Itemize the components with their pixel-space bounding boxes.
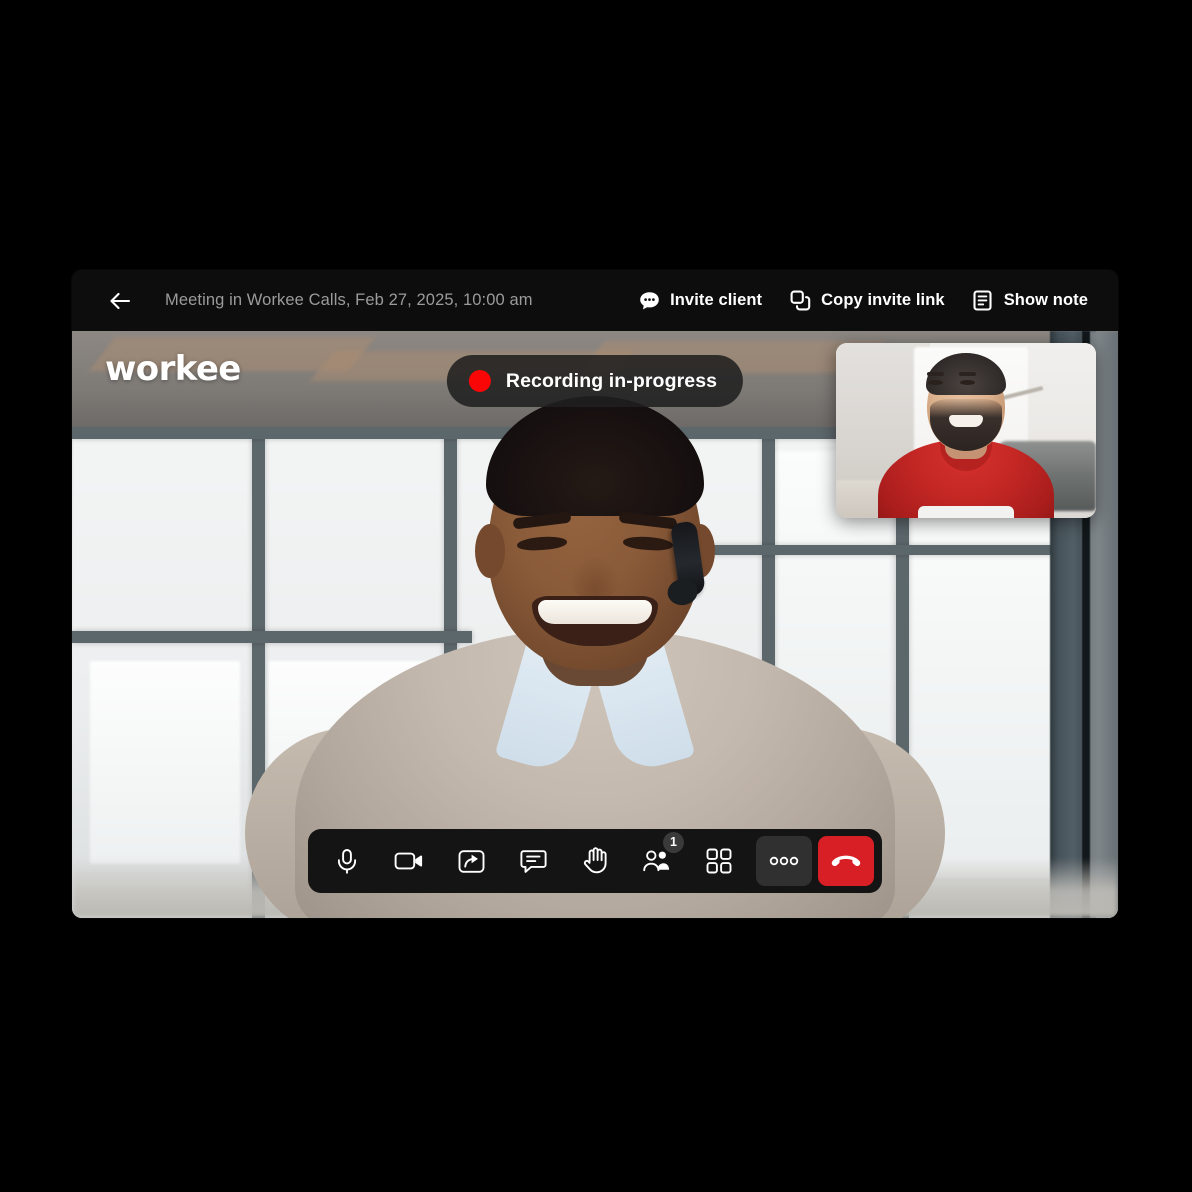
three-dots-icon — [769, 856, 799, 866]
screenshot-stage: Meeting in Workee Calls, Feb 27, 2025, 1… — [0, 0, 1192, 1192]
invite-client-button[interactable]: Invite client — [638, 290, 762, 312]
workee-logo: workee — [105, 349, 241, 389]
microphone-button[interactable] — [316, 829, 378, 893]
share-screen-button[interactable] — [440, 829, 502, 893]
call-header-bar: Meeting in Workee Calls, Feb 27, 2025, 1… — [72, 270, 1118, 331]
share-screen-icon — [458, 849, 484, 873]
show-note-label: Show note — [1003, 291, 1088, 309]
participants-button[interactable]: 1 — [626, 829, 688, 893]
recording-dot-icon — [468, 370, 491, 392]
video-call-window: Meeting in Workee Calls, Feb 27, 2025, 1… — [72, 270, 1118, 918]
chat-button[interactable] — [502, 829, 564, 893]
participants-count-badge: 1 — [663, 832, 684, 853]
header-actions-group: Invite client Copy invite link Show note — [638, 290, 1118, 312]
chat-bubble-dots-icon — [638, 290, 660, 312]
main-video-feed: workee Recording in-progress 1 — [72, 331, 1118, 918]
self-view-thumbnail[interactable] — [836, 343, 1096, 518]
arrow-left-icon — [110, 292, 131, 309]
raise-hand-button[interactable] — [564, 829, 626, 893]
back-button[interactable] — [106, 287, 134, 315]
layout-button[interactable] — [688, 829, 750, 893]
invite-client-label: Invite client — [670, 291, 763, 309]
header-left-group: Meeting in Workee Calls, Feb 27, 2025, 1… — [72, 287, 638, 315]
self-view-person — [876, 353, 1056, 518]
chat-bubble-icon — [519, 849, 547, 873]
grid-layout-icon — [706, 848, 732, 874]
copy-invite-link-label: Copy invite link — [821, 291, 945, 309]
recording-status-label: Recording in-progress — [505, 369, 718, 392]
call-control-bar: 1 — [308, 829, 882, 893]
phone-hangup-icon — [831, 855, 861, 866]
raised-hand-icon — [583, 847, 607, 874]
copy-invite-link-button[interactable]: Copy invite link — [789, 290, 945, 312]
note-document-icon — [972, 290, 994, 312]
camera-button[interactable] — [378, 829, 440, 893]
end-call-button[interactable] — [818, 836, 874, 886]
microphone-icon — [337, 849, 357, 874]
meeting-title: Meeting in Workee Calls, Feb 27, 2025, 1… — [165, 291, 533, 309]
more-options-button[interactable] — [756, 836, 812, 886]
people-icon — [643, 850, 670, 872]
show-note-button[interactable]: Show note — [972, 290, 1088, 312]
copy-icon — [789, 290, 811, 312]
recording-status-badge: Recording in-progress — [446, 355, 744, 407]
video-camera-icon — [394, 852, 423, 870]
